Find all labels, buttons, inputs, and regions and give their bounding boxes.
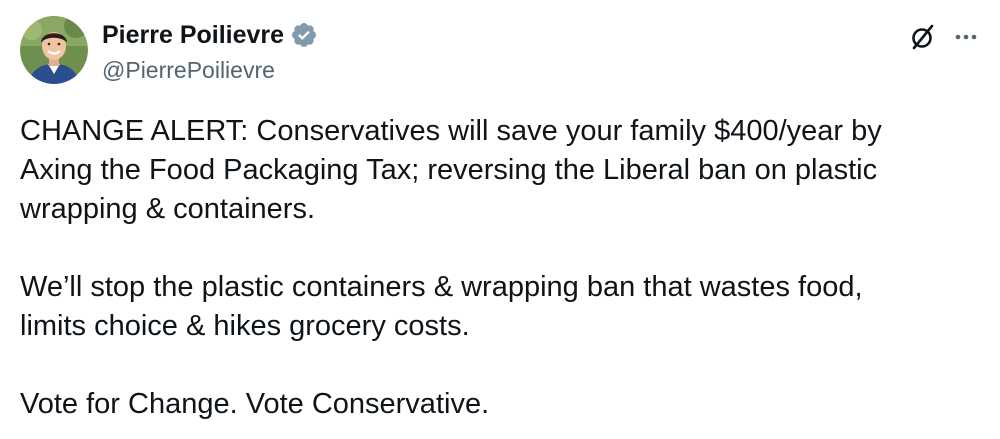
tweet-header: Pierre Poilievre @PierrePoilievre [20,16,980,88]
avatar[interactable] [20,16,88,84]
tweet-paragraph: CHANGE ALERT: Conservatives will save yo… [20,112,980,229]
verified-badge-icon[interactable] [290,21,318,49]
tweet-card: Pierre Poilievre @PierrePoilievre CHANGE… [0,0,1000,439]
display-name-row: Pierre Poilievre [102,19,318,51]
grok-slash-circle-icon[interactable] [908,22,938,52]
more-horizontal-icon[interactable] [952,23,980,51]
author-names: Pierre Poilievre @PierrePoilievre [102,19,318,84]
tweet-line: limits choice & hikes grocery costs. [20,310,470,342]
tweet-line: Axing the Food Packaging Tax; reversing … [20,154,878,186]
tweet-line: CHANGE ALERT: Conservatives will save yo… [20,115,882,147]
author-handle[interactable]: @PierrePoilievre [102,57,318,84]
tweet-line: wrapping & containers. [20,193,315,225]
tweet-line: We’ll stop the plastic containers & wrap… [20,271,863,303]
display-name[interactable]: Pierre Poilievre [102,21,284,50]
avatar-image [20,16,88,84]
tweet-line: Vote for Change. Vote Conservative. [20,388,490,420]
header-actions [908,22,980,52]
tweet-text: CHANGE ALERT: Conservatives will save yo… [20,112,980,424]
tweet-paragraph: Vote for Change. Vote Conservative. [20,385,980,424]
tweet-paragraph: We’ll stop the plastic containers & wrap… [20,268,980,346]
